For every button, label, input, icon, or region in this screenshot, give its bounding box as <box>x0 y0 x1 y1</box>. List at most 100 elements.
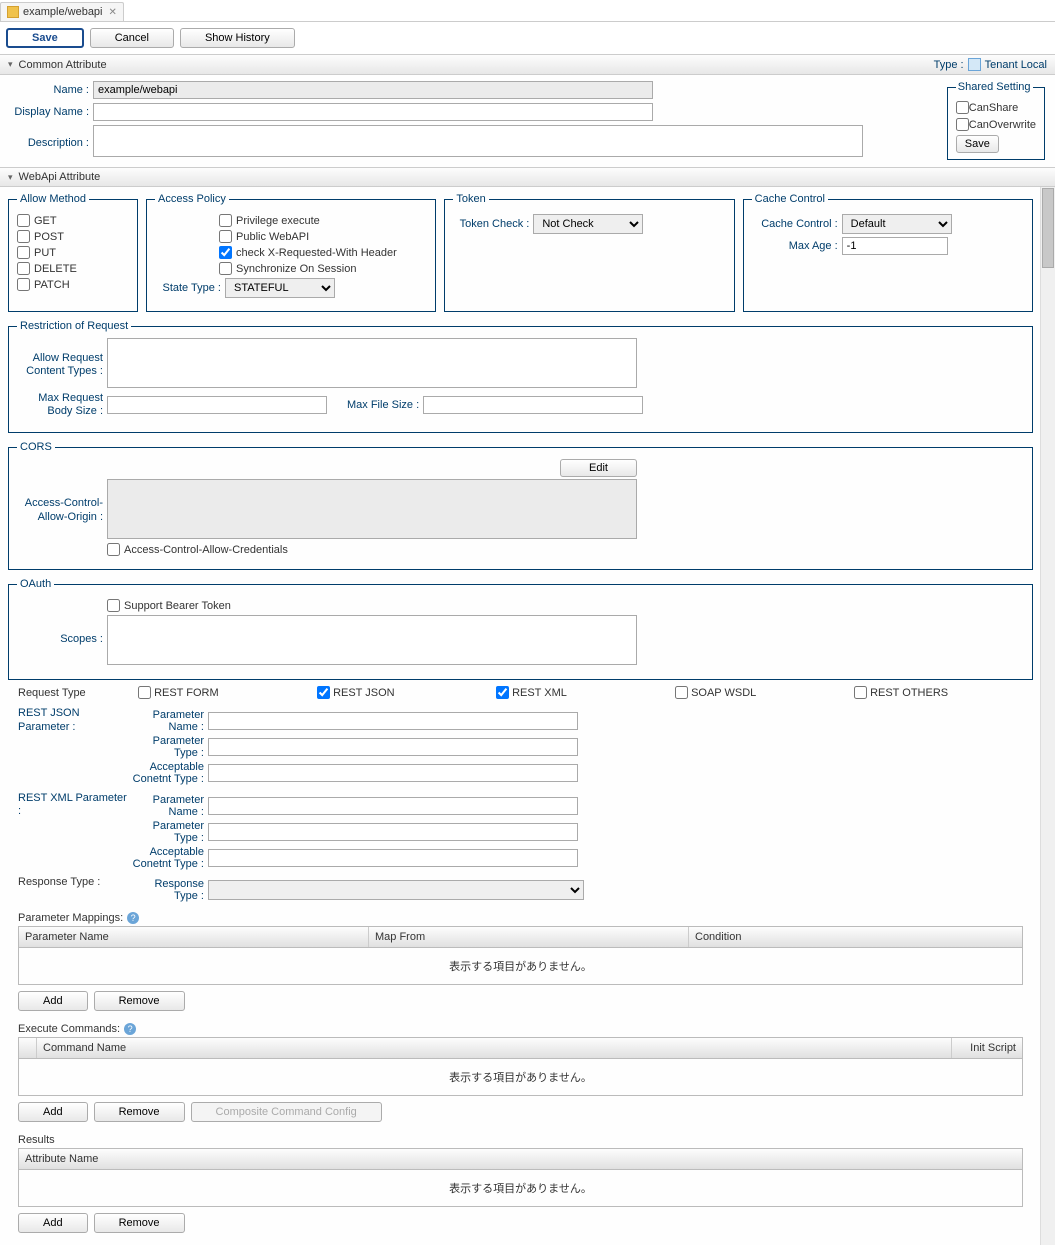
display-name-input[interactable] <box>93 103 653 121</box>
request-type-row: Request Type REST FORM REST JSON REST XM… <box>8 680 1033 705</box>
json-ptype-input[interactable] <box>208 738 578 756</box>
section-webapi-body: Allow Method GET POST PUT DELETE PATCH A… <box>0 187 1055 1245</box>
token-check-label: Token Check : <box>453 218 533 230</box>
parameter-mappings-grid: Parameter Name Map From Condition 表示する項目… <box>18 926 1023 985</box>
exec-col-cmdname[interactable]: Command Name <box>37 1038 952 1058</box>
cors-legend: CORS <box>17 441 55 453</box>
chevron-down-icon: ▾ <box>8 172 13 183</box>
name-label: Name : <box>8 84 93 96</box>
cache-control-select[interactable]: Default <box>842 214 952 234</box>
description-textarea[interactable] <box>93 125 863 157</box>
response-type-hdr: Response Type : <box>18 876 128 904</box>
info-icon[interactable]: ? <box>124 1023 136 1035</box>
tab-label: example/webapi <box>23 6 103 18</box>
exec-col-handle <box>19 1038 37 1058</box>
info-icon[interactable]: ? <box>127 912 139 924</box>
get-checkbox[interactable] <box>17 214 30 227</box>
allow-method-legend: Allow Method <box>17 193 89 205</box>
save-button[interactable]: Save <box>6 28 84 48</box>
section-common-title: Common Attribute <box>19 59 107 71</box>
request-type-label: Request Type <box>18 687 128 699</box>
shared-save-button[interactable]: Save <box>956 135 999 153</box>
cors-edit-button[interactable]: Edit <box>560 459 637 477</box>
display-name-label: Display Name : <box>8 106 93 118</box>
rest-form-checkbox[interactable] <box>138 686 151 699</box>
rest-json-checkbox[interactable] <box>317 686 330 699</box>
json-pname-input[interactable] <box>208 712 578 730</box>
max-file-input[interactable] <box>423 396 643 414</box>
rest-json-hdr: REST JSON Parameter : <box>18 707 128 787</box>
section-webapi-title: WebApi Attribute <box>19 171 101 183</box>
rest-xml-param-section: REST XML Parameter : Parameter Name : Pa… <box>8 790 1033 874</box>
section-common-header[interactable]: ▾ Common Attribute Type : Tenant Local <box>0 54 1055 75</box>
param-remove-button[interactable]: Remove <box>94 991 185 1011</box>
rest-xml-checkbox[interactable] <box>496 686 509 699</box>
json-atype-input[interactable] <box>208 764 578 782</box>
tenant-icon <box>968 58 981 71</box>
state-type-select[interactable]: STATEFUL <box>225 278 335 298</box>
cache-control-label: Cache Control : <box>752 218 842 230</box>
param-add-button[interactable]: Add <box>18 991 88 1011</box>
json-pname-label: Parameter Name : <box>128 709 208 733</box>
access-policy-legend: Access Policy <box>155 193 229 205</box>
execute-commands-header: Execute Commands: ? <box>8 1017 1033 1037</box>
max-age-input[interactable] <box>842 237 948 255</box>
put-checkbox[interactable] <box>17 246 30 259</box>
canoverwrite-label: CanOverwrite <box>969 119 1036 131</box>
xml-pname-label: Parameter Name : <box>128 794 208 818</box>
results-remove-button[interactable]: Remove <box>94 1213 185 1233</box>
canoverwrite-checkbox[interactable] <box>956 118 969 131</box>
show-history-button[interactable]: Show History <box>180 28 295 48</box>
token-check-select[interactable]: Not Check <box>533 214 643 234</box>
x-requested-with-checkbox[interactable] <box>219 246 232 259</box>
vertical-scrollbar[interactable] <box>1040 187 1055 1245</box>
xml-atype-input[interactable] <box>208 849 578 867</box>
post-checkbox[interactable] <box>17 230 30 243</box>
execute-commands-grid: Command Name Init Script 表示する項目がありません。 <box>18 1037 1023 1096</box>
bearer-checkbox[interactable] <box>107 599 120 612</box>
scopes-textarea[interactable] <box>107 615 637 665</box>
allow-content-types-textarea[interactable] <box>107 338 637 388</box>
tab-example-webapi[interactable]: example/webapi ✕ <box>0 2 124 21</box>
restriction-legend: Restriction of Request <box>17 320 131 332</box>
description-label: Description : <box>8 125 93 149</box>
scrollbar-thumb[interactable] <box>1042 188 1054 268</box>
patch-checkbox[interactable] <box>17 278 30 291</box>
param-col-mapfrom[interactable]: Map From <box>369 927 689 947</box>
shared-setting-legend: Shared Setting <box>956 81 1033 93</box>
results-empty: 表示する項目がありません。 <box>19 1170 1022 1206</box>
cors-credentials-checkbox[interactable] <box>107 543 120 556</box>
state-type-label: State Type : <box>155 282 225 294</box>
parameter-mappings-header: Parameter Mappings: ? <box>8 906 1033 926</box>
privilege-execute-checkbox[interactable] <box>219 214 232 227</box>
param-col-name[interactable]: Parameter Name <box>19 927 369 947</box>
results-add-button[interactable]: Add <box>18 1213 88 1233</box>
sync-session-checkbox[interactable] <box>219 262 232 275</box>
xml-pname-input[interactable] <box>208 797 578 815</box>
response-type-select[interactable] <box>208 880 584 900</box>
xml-atype-label: Acceptable Conetnt Type : <box>128 846 208 870</box>
max-body-input[interactable] <box>107 396 327 414</box>
chevron-down-icon: ▾ <box>8 59 13 70</box>
delete-checkbox[interactable] <box>17 262 30 275</box>
canshare-checkbox[interactable] <box>956 101 969 114</box>
rest-xml-hdr: REST XML Parameter : <box>18 792 128 872</box>
public-webapi-checkbox[interactable] <box>219 230 232 243</box>
close-icon[interactable]: ✕ <box>109 7 117 18</box>
cancel-button[interactable]: Cancel <box>90 28 174 48</box>
results-col-attrname[interactable]: Attribute Name <box>19 1149 1022 1169</box>
param-col-condition[interactable]: Condition <box>689 927 1022 947</box>
exec-empty: 表示する項目がありません。 <box>19 1059 1022 1095</box>
access-policy-group: Access Policy Privilege execute Public W… <box>146 193 436 312</box>
xml-ptype-input[interactable] <box>208 823 578 841</box>
composite-command-config-button[interactable]: Composite Command Config <box>191 1102 382 1122</box>
allow-content-types-label: Allow Request Content Types : <box>17 338 107 378</box>
name-input[interactable] <box>93 81 653 99</box>
exec-add-button[interactable]: Add <box>18 1102 88 1122</box>
exec-remove-button[interactable]: Remove <box>94 1102 185 1122</box>
section-webapi-header[interactable]: ▾ WebApi Attribute <box>0 167 1055 187</box>
exec-col-initscript[interactable]: Init Script <box>952 1038 1022 1058</box>
soap-wsdl-checkbox[interactable] <box>675 686 688 699</box>
cors-origin-textarea[interactable] <box>107 479 637 539</box>
rest-others-checkbox[interactable] <box>854 686 867 699</box>
